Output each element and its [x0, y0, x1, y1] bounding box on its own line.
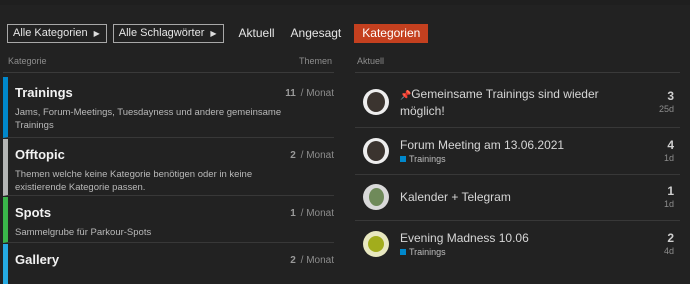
category-dropdown[interactable]: Alle Kategorien ▶ [7, 23, 107, 43]
category-description: Sammelgrube für Parkour-Spots [15, 227, 152, 238]
category-name[interactable]: Spots [15, 205, 334, 220]
tag-dropdown-label: Alle Schlagwörter [118, 27, 205, 39]
topic-reply-count: 2 [667, 231, 674, 245]
topic-row[interactable]: Kalender + Telegram 1 1d [355, 175, 680, 221]
nav-top[interactable]: Angesagt [284, 24, 349, 43]
topic-row[interactable]: Forum Meeting am 13.06.2021 Trainings 4 … [355, 128, 680, 175]
green-logo-icon[interactable] [363, 231, 389, 257]
topic-title[interactable]: Kalender + Telegram [400, 189, 615, 205]
person-dark-icon[interactable] [363, 89, 389, 115]
category-color-swatch [400, 156, 406, 162]
tag-dropdown[interactable]: Alle Schlagwörter ▶ [112, 23, 224, 43]
category-topic-count: 2 / Monat [290, 255, 334, 266]
caret-right-icon: ▶ [210, 28, 217, 38]
topic-age[interactable]: 4d [664, 246, 674, 256]
topic-reply-count: 3 [667, 89, 674, 103]
category-dropdown-label: Alle Kategorien [13, 27, 88, 39]
topic-category-tag[interactable]: Trainings [400, 247, 446, 257]
topic-reply-count: 4 [667, 138, 674, 152]
category-row-spots[interactable]: Spots Sammelgrube für Parkour-Spots 1 / … [3, 197, 334, 243]
nav-latest[interactable]: Aktuell [232, 24, 282, 43]
topic-title[interactable]: 📌Gemeinsame Trainings sind wieder möglic… [400, 86, 615, 119]
topic-title[interactable]: Forum Meeting am 13.06.2021 [400, 137, 615, 153]
topic-age[interactable]: 25d [659, 104, 674, 114]
nav-categories[interactable]: Kategorien [354, 23, 429, 43]
category-description: Jams, Forum-Meetings, Tuesdayness und an… [15, 107, 282, 131]
latest-column-header: Aktuell [357, 56, 385, 66]
category-topic-count: 1 / Monat [290, 208, 334, 219]
category-topic-count: 11 / Monat [285, 88, 334, 99]
category-color-swatch [400, 249, 406, 255]
category-row-trainings[interactable]: Trainings Jams, Forum-Meetings, Tuesdayn… [3, 77, 334, 138]
category-name[interactable]: Offtopic [15, 147, 334, 162]
person-dark-icon[interactable] [363, 138, 389, 164]
topics-column-header: Themen [299, 56, 333, 66]
header-divider [355, 72, 680, 73]
pin-icon: 📌 [400, 90, 412, 100]
category-description: Themen welche keine Kategorie benötigen … [15, 169, 253, 193]
topic-age[interactable]: 1d [664, 153, 674, 163]
category-row-gallery[interactable]: Gallery 2 / Monat [3, 244, 334, 284]
topic-reply-count: 1 [667, 184, 674, 198]
topic-row[interactable]: 📌Gemeinsame Trainings sind wieder möglic… [355, 77, 680, 128]
topic-category-tag[interactable]: Trainings [400, 154, 446, 164]
navigation-bar: Alle Kategorien ▶ Alle Schlagwörter ▶ Ak… [7, 23, 429, 43]
topic-age[interactable]: 1d [664, 199, 674, 209]
category-column-header: Kategorie [8, 56, 47, 66]
category-row-offtopic[interactable]: Offtopic Themen welche keine Kategorie b… [3, 139, 334, 196]
category-topic-count: 2 / Monat [290, 150, 334, 161]
caret-right-icon: ▶ [93, 28, 100, 38]
top-border [0, 0, 690, 5]
category-name[interactable]: Gallery [15, 252, 334, 267]
header-divider [3, 72, 334, 73]
topic-title[interactable]: Evening Madness 10.06 [400, 230, 615, 246]
topic-row[interactable]: Evening Madness 10.06 Trainings 2 4d [355, 221, 680, 271]
tree-photo-icon[interactable] [363, 184, 389, 210]
